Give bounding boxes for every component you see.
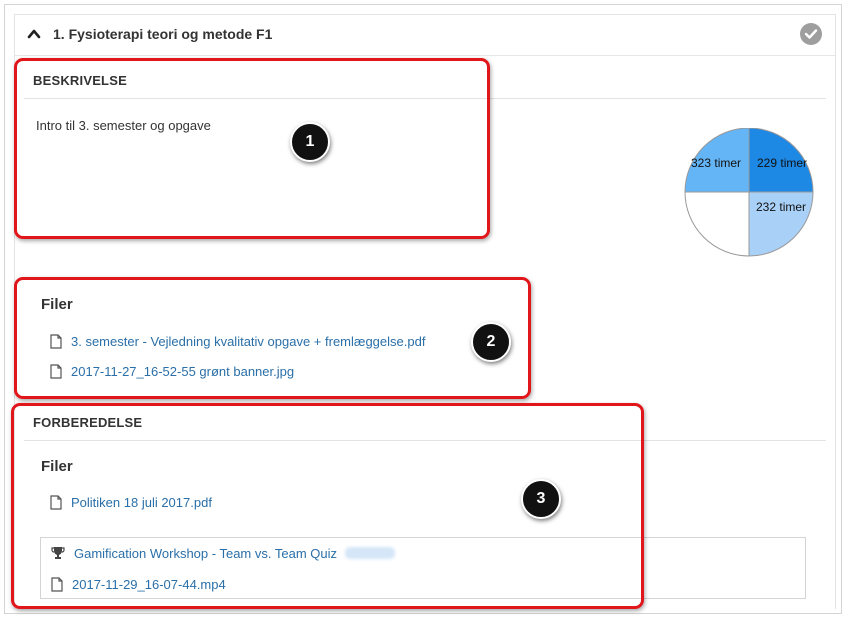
callout-badge-1: 1 <box>290 122 330 162</box>
pie-label: 229 timer <box>757 156 807 170</box>
annotation-box-1 <box>14 58 490 239</box>
chevron-up-icon[interactable] <box>27 27 41 41</box>
pie-label: 323 timer <box>691 156 741 170</box>
section-title: 1. Fysioterapi teori og metode F1 <box>53 26 273 42</box>
hours-pie-chart: 229 timer 232 timer 323 timer <box>684 128 814 257</box>
check-circle-icon[interactable] <box>800 23 822 45</box>
annotation-box-2 <box>14 277 531 399</box>
callout-badge-3: 3 <box>521 479 561 519</box>
section-header[interactable]: 1. Fysioterapi teori og metode F1 <box>15 15 835 56</box>
pie-label: 232 timer <box>756 200 806 214</box>
callout-badge-2: 2 <box>471 322 511 362</box>
